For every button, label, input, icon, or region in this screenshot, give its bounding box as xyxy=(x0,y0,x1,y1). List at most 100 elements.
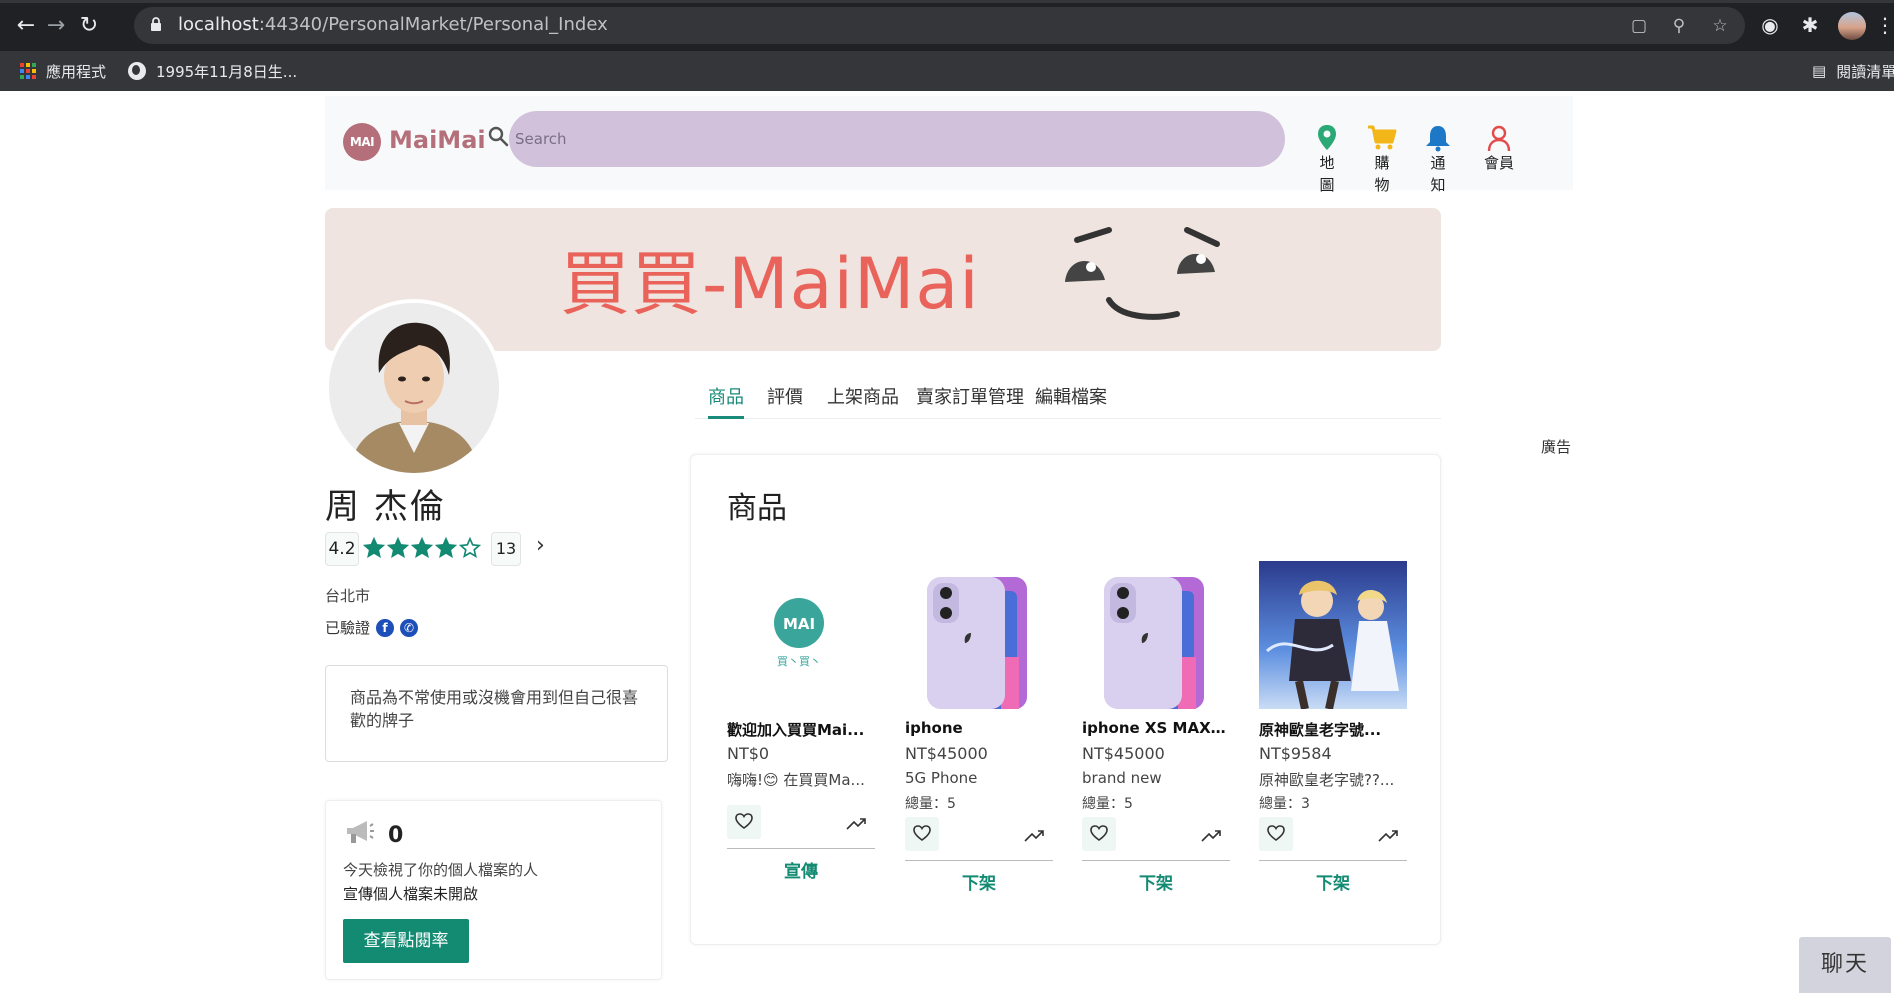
extensions-puzzle-icon[interactable]: ✱ xyxy=(1797,12,1823,38)
profile-views-label: 今天檢視了你的個人檔案的人 xyxy=(343,861,539,879)
url-text: localhost:44340/PersonalMarket/Personal_… xyxy=(178,14,608,35)
profile-photo[interactable] xyxy=(325,299,503,477)
reading-list[interactable]: ▤ 閱讀清單 xyxy=(1812,60,1894,82)
heart-icon xyxy=(735,813,753,829)
delist-button[interactable]: 下架 xyxy=(1082,869,1230,894)
divider xyxy=(727,848,875,849)
address-bar[interactable]: localhost:44340/PersonalMarket/Personal_… xyxy=(134,7,1745,44)
nav-shopping[interactable]: 購物 xyxy=(1362,124,1402,196)
product-image[interactable] xyxy=(905,561,1053,709)
bell-icon xyxy=(1426,126,1450,152)
logo-mark[interactable]: MAI xyxy=(343,123,381,161)
favorite-button[interactable] xyxy=(905,817,939,851)
tab-edit-profile[interactable]: 編輯檔案 xyxy=(1035,383,1107,409)
product-image[interactable] xyxy=(1259,561,1407,710)
user-city: 台北市 xyxy=(325,587,371,605)
product-name[interactable]: 歡迎加入買買Mai... xyxy=(727,719,875,740)
site-header: MAI MaiMai 地圖 購物 通 xyxy=(325,96,1573,194)
profile-tabs: 商品 評價 上架商品 賣家訂單管理 編輯檔案 xyxy=(695,371,1441,419)
product-name[interactable]: iphone XS MAX 2... xyxy=(1082,719,1230,737)
logo-text[interactable]: MaiMai xyxy=(389,126,486,154)
chat-button[interactable]: 聊天 xyxy=(1799,937,1891,993)
product-quantity: 總量：5 xyxy=(905,796,956,812)
favorite-button[interactable] xyxy=(727,805,761,839)
delist-button[interactable]: 下架 xyxy=(1259,869,1407,894)
star-filled-icon xyxy=(411,537,433,558)
bookmark-item[interactable]: 1995年11月8日生... xyxy=(128,60,297,82)
profile-avatar[interactable] xyxy=(1838,12,1866,40)
tab-list-product[interactable]: 上架商品 xyxy=(827,383,899,409)
product-quantity: 總量：3 xyxy=(1259,796,1310,812)
review-count[interactable]: 13 xyxy=(491,532,521,566)
zoom-icon[interactable]: ⚲ xyxy=(1669,16,1689,36)
heart-icon xyxy=(1267,825,1285,841)
trending-icon[interactable] xyxy=(845,815,867,833)
menu-icon[interactable]: ⋮ xyxy=(1872,12,1894,38)
megaphone-icon xyxy=(347,821,374,843)
trending-icon[interactable] xyxy=(1377,827,1399,845)
bookmarks-bar: 應用程式 1995年11月8日生... ▤ 閱讀清單 xyxy=(0,51,1894,91)
chevron-right-icon[interactable]: › xyxy=(536,533,545,558)
product-subtitle: brand new xyxy=(1082,769,1162,787)
profile-photo-art xyxy=(329,303,499,473)
product-price: NT$9584 xyxy=(1259,744,1332,763)
tab-active-indicator xyxy=(708,416,744,419)
bookmark-star-icon[interactable]: ☆ xyxy=(1710,16,1730,36)
reload-icon[interactable]: ↻ xyxy=(75,12,103,40)
tab-reviews[interactable]: 評價 xyxy=(767,383,803,409)
favorite-button[interactable] xyxy=(1259,817,1293,851)
product-price: NT$45000 xyxy=(1082,744,1165,763)
banner-title: 買買-MaiMai xyxy=(560,243,980,325)
product-price: NT$45000 xyxy=(905,744,988,763)
translate-icon[interactable]: ▢ xyxy=(1629,16,1649,36)
rating-value: 4.2 xyxy=(325,532,359,566)
product-price: NT$0 xyxy=(727,744,770,763)
verified-row: 已驗證 f ✆ xyxy=(325,617,419,638)
tab-seller-orders[interactable]: 賣家訂單管理 xyxy=(916,383,1024,409)
product-name[interactable]: iphone xyxy=(905,719,1053,737)
star-filled-icon xyxy=(363,537,385,558)
map-pin-icon xyxy=(1318,125,1336,150)
globe-icon xyxy=(128,62,146,80)
cart-icon xyxy=(1368,125,1397,150)
search-input[interactable] xyxy=(509,111,1285,167)
lock-icon xyxy=(151,17,161,31)
promote-button[interactable]: 宣傳 xyxy=(727,857,875,882)
cover-banner: 買買-MaiMai xyxy=(325,208,1441,351)
bookmark-apps[interactable]: 應用程式 xyxy=(20,60,106,82)
profile-views-count: 0 xyxy=(388,823,404,848)
product-subtitle: 原神歐皇老字號??... xyxy=(1259,771,1395,789)
product-name[interactable]: 原神歐皇老字號... xyxy=(1259,719,1407,740)
back-icon[interactable]: ← xyxy=(12,12,40,40)
search-icon xyxy=(488,126,509,147)
tab-products[interactable]: 商品 xyxy=(708,383,744,409)
trending-icon[interactable] xyxy=(1023,827,1045,845)
divider xyxy=(1082,860,1230,861)
reading-list-icon: ▤ xyxy=(1812,62,1827,80)
delist-button[interactable]: 下架 xyxy=(905,869,1053,894)
face-doodle-icon xyxy=(1065,227,1220,320)
product-image[interactable]: MAI 買丶買丶 xyxy=(727,561,875,709)
heart-icon xyxy=(1090,825,1108,841)
rating-stars xyxy=(363,537,481,559)
star-empty-icon xyxy=(459,537,481,558)
facebook-icon: f xyxy=(376,618,395,637)
promotion-status: 宣傳個人檔案未開啟 xyxy=(343,885,479,903)
nav-member[interactable]: 會員 xyxy=(1479,124,1519,174)
product-image[interactable] xyxy=(1082,561,1230,709)
product-quantity: 總量：5 xyxy=(1082,796,1133,812)
trending-icon[interactable] xyxy=(1200,827,1222,845)
svg-text:買丶買丶: 買丶買丶 xyxy=(777,655,821,668)
svg-text:MAI: MAI xyxy=(783,615,815,633)
heart-icon xyxy=(913,825,931,841)
favorite-button[interactable] xyxy=(1082,817,1116,851)
phone-icon: ✆ xyxy=(400,618,419,637)
profile-description: 商品為不常使用或沒機會用到但自己很喜歡的牌子 xyxy=(325,665,668,762)
star-filled-icon xyxy=(435,537,457,558)
nav-map[interactable]: 地圖 xyxy=(1307,124,1347,196)
extension-mask-icon[interactable]: ◉ xyxy=(1757,12,1783,38)
view-click-rate-button[interactable]: 查看點閱率 xyxy=(343,919,469,963)
nav-notifications[interactable]: 通知 xyxy=(1418,124,1458,196)
product-subtitle: 嗨嗨!😊 在買買Ma... xyxy=(727,771,865,789)
forward-icon[interactable]: → xyxy=(42,12,70,40)
